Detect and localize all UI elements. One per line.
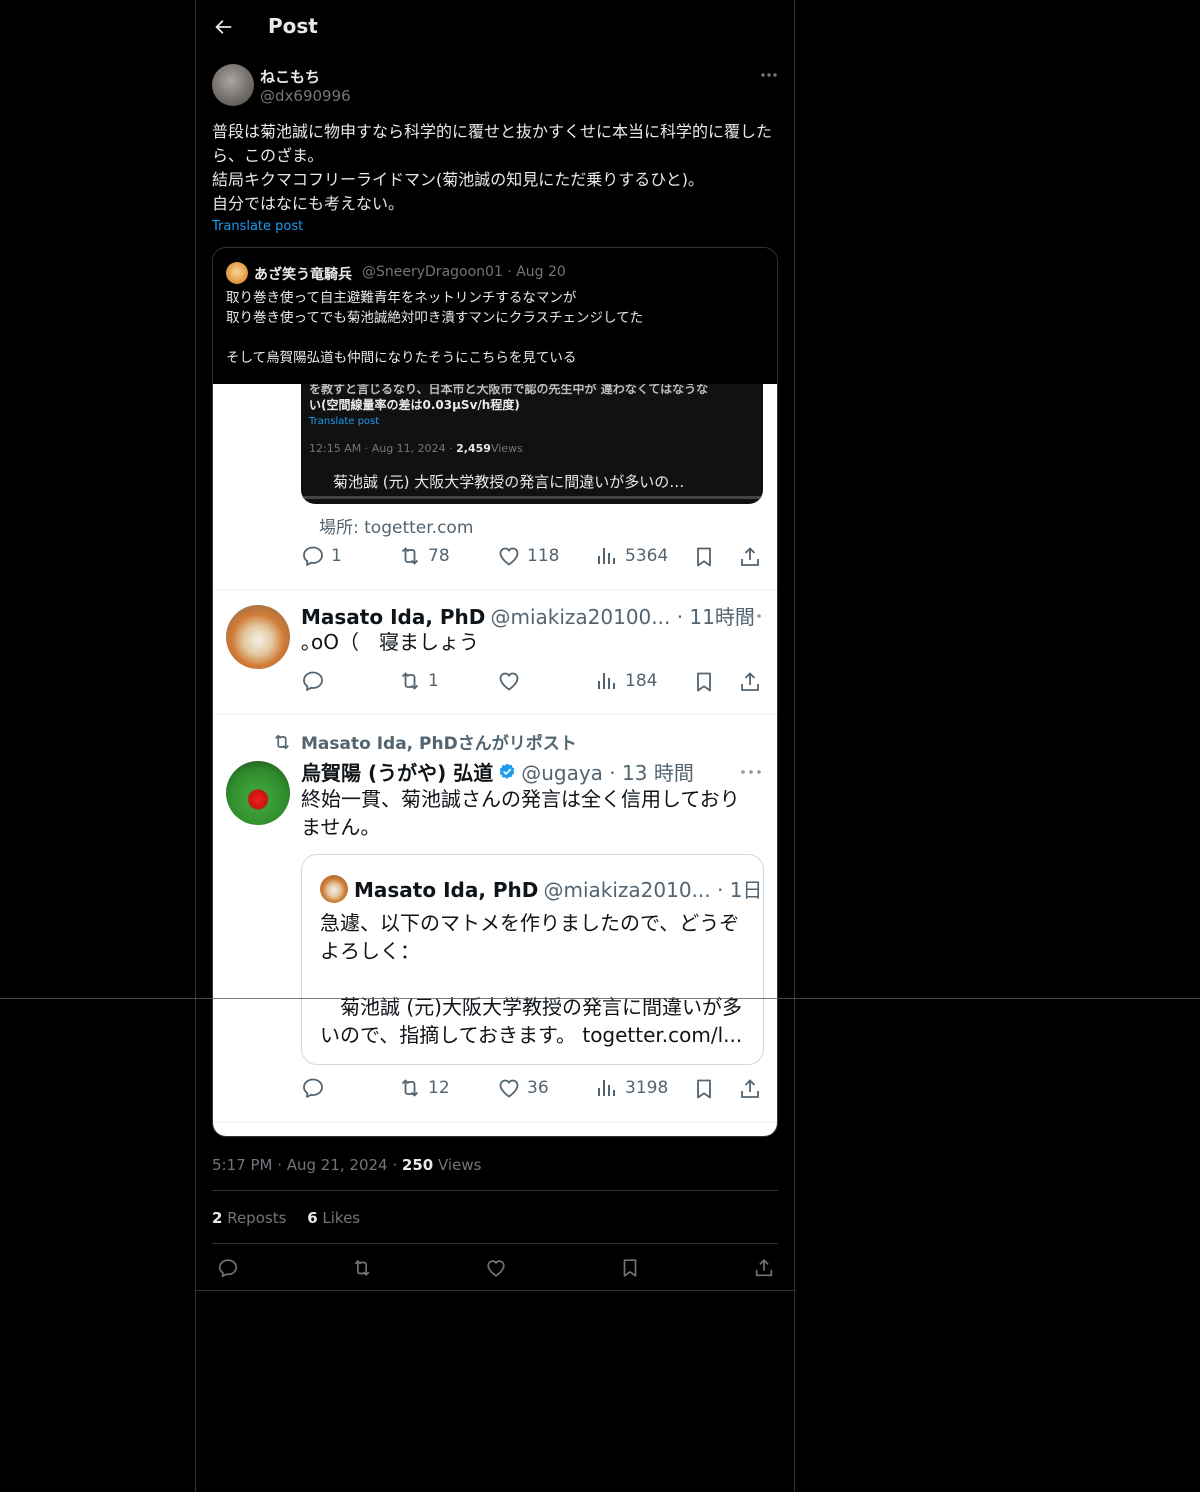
quoted-post-card[interactable]: あざ笑う竜騎兵 @SneeryDragoon01 · Aug 20 取り巻き使っ…	[212, 247, 778, 1137]
author-handle[interactable]: @dx690996	[260, 87, 351, 105]
more-icon	[741, 614, 761, 618]
avatar	[226, 761, 290, 825]
like-icon	[499, 547, 519, 566]
views-button: 3198	[595, 1076, 668, 1100]
reply-icon[interactable]	[217, 1257, 239, 1279]
more-icon[interactable]	[758, 66, 780, 84]
avatar	[226, 605, 290, 669]
quoted-post-header: あざ笑う竜騎兵 @SneeryDragoon01 · Aug 20 取り巻き使っ…	[213, 248, 777, 384]
repost-icon	[275, 734, 289, 750]
reply-icon	[303, 546, 323, 566]
views-button: 184	[595, 669, 657, 693]
reply-button	[301, 1076, 325, 1100]
page-title: Post	[268, 14, 318, 38]
quoted-text: 取り巻き使って自主避難青年をネットリンチするなマンが 取り巻き使ってでも菊池誠絶…	[226, 290, 644, 366]
media-timestamp: 12:15 AM · Aug 11, 2024 · 2,459Views	[309, 442, 523, 455]
inner-quote-header: Masato Ida, PhD @miakiza2010... · 1日	[354, 874, 762, 903]
divider	[213, 714, 777, 715]
like-icon	[499, 672, 519, 691]
overlay-line	[0, 998, 1200, 999]
reply-icon	[303, 1078, 323, 1098]
inner-quoted-post: Masato Ida, PhD @miakiza2010... · 1日 急遽、…	[301, 854, 764, 1065]
divider	[213, 589, 777, 590]
back-arrow-icon[interactable]	[212, 16, 234, 38]
share-icon	[741, 547, 759, 566]
tweet-handle-time: @miakiza20100... · 11時間	[490, 605, 755, 629]
inner-quote-handle-time: @miakiza2010... · 1日	[543, 878, 763, 902]
main-column: Post ねこもち @dx690996 普段は菊池誠に物申すなら科学的に覆せと抜…	[195, 0, 796, 1492]
tweet-header: Masato Ida, PhD @miakiza20100... · 11時間	[301, 601, 755, 630]
inner-quote-author-name: Masato Ida, PhD	[354, 878, 539, 902]
divider	[212, 1190, 778, 1191]
inner-quote-text: 急遽、以下のマトメを作りましたので、どうぞよろしく： 菊池誠 (元)大阪大学教授…	[320, 911, 743, 1047]
more-icon	[741, 770, 761, 774]
share-icon	[741, 1079, 759, 1098]
quoted-handle-date: @SneeryDragoon01 · Aug 20	[362, 264, 566, 280]
like-button: 118	[497, 544, 559, 568]
views-icon	[598, 673, 615, 689]
media-translate-link: Translate post	[309, 416, 380, 427]
divider	[213, 1122, 777, 1123]
views-icon	[598, 548, 615, 564]
reposts-count-link[interactable]: 2 Reposts	[212, 1209, 286, 1227]
media-scrim-bar	[301, 496, 763, 499]
post-text: 普段は菊池誠に物申すなら科学的に覆せと抜かすくせに本当に科学的に覆したら、このざ…	[212, 122, 773, 213]
quoted-avatar	[226, 262, 248, 284]
reply-button: 1	[301, 544, 342, 568]
translate-post-link[interactable]: Translate post	[212, 219, 303, 234]
bookmark-icon	[697, 1079, 711, 1099]
media-caption: 菊池誠 (元) 大阪大学教授の発言に間違いが多いの…	[333, 473, 685, 491]
divider	[212, 1243, 778, 1244]
tweet-header: 烏賀陽 (うがや) 弘道 @ugaya · 13 時間	[301, 757, 694, 786]
repost-icon	[401, 547, 419, 565]
bookmark-icon[interactable]	[619, 1257, 641, 1279]
tweet-author-name: Masato Ida, PhD	[301, 605, 486, 629]
views-button: 5364	[595, 544, 668, 568]
engagement-stats: 2 Reposts 6 Likes	[212, 1209, 360, 1227]
reply-icon	[303, 671, 323, 691]
tweet-handle-time: @ugaya · 13 時間	[521, 761, 694, 785]
author-display-name[interactable]: ねこもち	[260, 66, 320, 87]
tweet-text: ｡oO（ 寝ましょう	[301, 630, 479, 654]
repost-button: 12	[398, 1076, 450, 1100]
reply-button	[301, 669, 325, 693]
like-icon	[499, 1079, 519, 1098]
media-text-line: い(空間線量率の差は0.03μSv/h程度)	[309, 398, 520, 412]
avatar[interactable]	[212, 64, 254, 106]
views-icon	[598, 1080, 615, 1096]
bookmark-icon	[697, 672, 711, 692]
like-button: 36	[497, 1076, 549, 1100]
quoted-display-name: あざ笑う竜騎兵	[254, 267, 352, 283]
tweet-author-name: 烏賀陽 (うがや) 弘道	[301, 761, 494, 785]
share-icon	[741, 672, 759, 691]
repost-icon	[401, 1079, 419, 1097]
like-button	[497, 669, 521, 693]
repost-icon	[401, 672, 419, 690]
share-icon[interactable]	[753, 1257, 775, 1279]
likes-count-link[interactable]: 6 Likes	[307, 1209, 360, 1227]
attached-screenshot: を教すと言じるなり、日本市と大阪市で認の先生中が 違わなくてはなうな い(空間線…	[213, 384, 777, 1136]
embedded-media-card: を教すと言じるなり、日本市と大阪市で認の先生中が 違わなくてはなうな い(空間線…	[301, 384, 763, 504]
like-icon[interactable]	[485, 1257, 507, 1279]
repost-button: 1	[398, 669, 439, 693]
tweet-text: 終始一貫、菊池誠さんの発言は全く信用しておりません。	[301, 787, 740, 839]
bookmark-icon	[697, 547, 711, 567]
divider	[196, 1290, 796, 1291]
repost-icon[interactable]	[351, 1257, 373, 1279]
repost-attribution: Masato Ida, PhDさんがリポスト	[301, 734, 577, 754]
post-timestamp-views: 5:17 PM · Aug 21, 2024 · 250 Views	[212, 1156, 482, 1174]
repost-button: 78	[398, 544, 450, 568]
verified-icon	[499, 763, 515, 779]
header-bar: Post	[196, 0, 796, 54]
link-domain: 場所: togetter.com	[319, 518, 474, 538]
avatar	[320, 875, 348, 903]
